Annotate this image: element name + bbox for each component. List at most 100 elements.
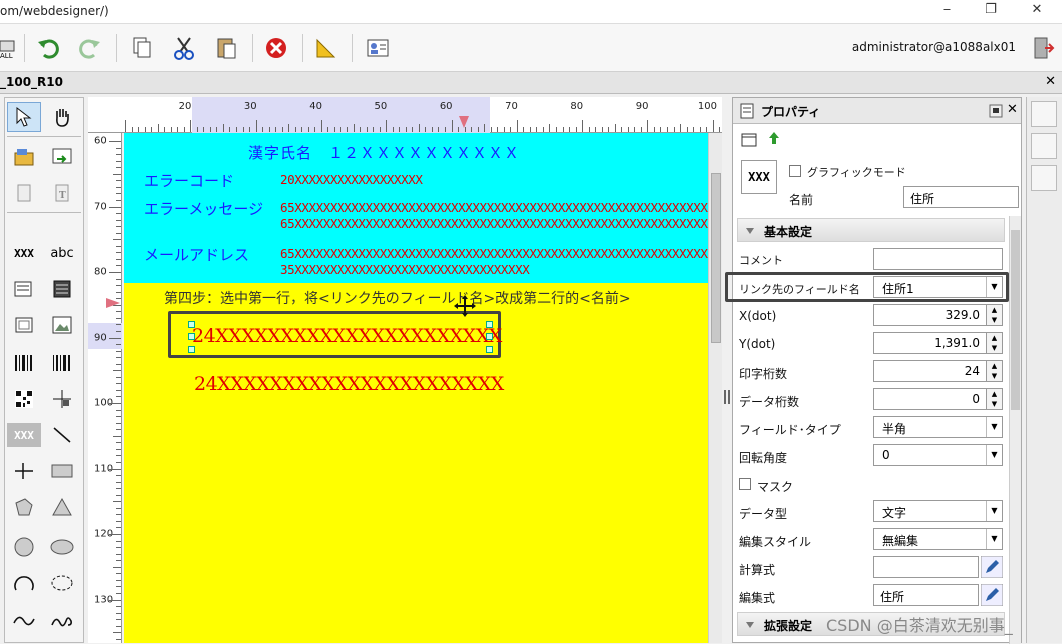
error-code-label[interactable]: エラーコード [144,170,234,191]
edit-pencil-icon[interactable] [981,584,1003,606]
x-input[interactable]: 329.0 [873,304,987,326]
minimize-button[interactable]: ‒ [936,2,958,20]
splitter-grip[interactable] [724,390,730,404]
error-message-line1[interactable]: 65XXXXXXXXXXXXXXXXXXXXXXXXXXXXXXXXXXXXXX… [280,200,708,215]
arc-icon[interactable] [7,568,41,598]
link-field-select[interactable]: 住所1 ▼ [873,276,1003,298]
close-document-button[interactable]: ✕ [1045,74,1056,89]
resize-handle[interactable] [188,333,195,340]
barcode-icon[interactable] [7,348,41,378]
error-message-label[interactable]: エラーメッセージ [144,198,263,219]
import-icon[interactable] [45,142,79,172]
open-icon[interactable] [7,142,41,172]
window-icon[interactable] [741,132,757,148]
ruler-icon[interactable] [312,34,340,62]
formula-input[interactable] [873,556,979,578]
polygon-icon[interactable] [7,492,41,522]
redo-icon[interactable] [76,34,104,62]
cut-icon[interactable] [170,34,198,62]
pin-icon[interactable] [989,104,1003,118]
y-spinner[interactable]: ▲ ▼ [987,332,1003,354]
second-field[interactable]: 24XXXXXXXXXXXXXXXXXXXXXX [194,373,504,395]
edit-style-select[interactable]: 無編集 ▼ [873,528,1003,550]
chevron-down-icon: ▼ [986,277,1002,297]
resize-handle[interactable] [188,321,195,328]
curve-icon[interactable] [7,606,41,636]
pointer-tool-icon[interactable] [7,102,41,132]
properties-dock-icon[interactable] [1031,101,1057,127]
edit-expr-label: 編集式 [739,591,776,605]
edit-expr-input[interactable]: 住所 [873,584,979,606]
text-tool[interactable]: abc [45,238,79,268]
delete-icon[interactable] [262,34,290,62]
error-code-value[interactable]: 20XXXXXXXXXXXXXXXXXX [280,172,423,187]
hand-tool-icon[interactable] [45,102,79,132]
dashed-ellipse-icon[interactable] [45,568,79,598]
collapse-icon[interactable] [745,226,755,236]
x-label: X(dot) [739,309,777,323]
text-page-icon[interactable]: T [45,178,79,208]
ellipse-icon[interactable] [45,532,79,562]
graphic-mode-checkbox[interactable] [789,165,801,177]
close-panel-button[interactable]: ✕ [1007,102,1018,117]
triangle-icon[interactable] [45,492,79,522]
field-type-select[interactable]: 半角 ▼ [873,416,1003,438]
resize-handle[interactable] [188,346,195,353]
print-digits-input[interactable]: 24 [873,360,987,382]
line-icon[interactable] [45,420,79,450]
y-input[interactable]: 1,391.0 [873,332,987,354]
grid-dock-icon[interactable] [1031,133,1057,159]
url-text[interactable]: om/webdesigner/) [0,4,109,18]
position-icon[interactable] [45,384,79,414]
restore-button[interactable]: ❐ [980,2,1002,20]
document-tab[interactable]: _100_R10 ✕ [0,72,1062,94]
mail-label[interactable]: メールアドレス [144,244,249,265]
name-input[interactable]: 住所 [903,186,1019,208]
rotation-select[interactable]: 0 ▼ [873,444,1003,466]
page-icon[interactable] [7,178,41,208]
rectangle-icon[interactable] [45,456,79,486]
comment-input[interactable] [873,248,1003,270]
barcode-text-tool[interactable]: XXX [7,238,41,268]
logout-icon[interactable] [1030,34,1058,62]
settings-dock-icon[interactable] [1031,165,1057,191]
edit-pencil-icon[interactable] [981,556,1003,578]
cross-line-icon[interactable] [7,456,41,486]
properties-icon[interactable] [364,34,392,62]
error-message-line2[interactable]: 65XXXXXXXXXXXXXXXXXXXXXXXXXXXXXXXXXXXXXX… [280,216,708,231]
print-digits-spinner[interactable]: ▲ ▼ [987,360,1003,382]
undo-icon[interactable] [34,34,62,62]
table-icon[interactable] [45,274,79,304]
add-green-icon[interactable] [765,130,783,148]
frame-icon[interactable] [7,310,41,340]
x-spinner[interactable]: ▲ ▼ [987,304,1003,326]
image-icon[interactable] [45,310,79,340]
resize-handle[interactable] [486,346,493,353]
selected-field[interactable]: 24XXXXXXXXXXXXXXXXXXXXXX [192,325,502,347]
data-digits-input[interactable]: 0 [873,388,987,410]
stamp-text-tool[interactable]: XXX [7,423,41,447]
print-all-icon[interactable]: ALL [0,34,22,62]
paste-icon[interactable] [212,34,240,62]
circle-icon[interactable] [7,532,41,562]
qrcode-icon[interactable] [7,384,41,414]
field-list-icon[interactable] [7,274,41,304]
basic-settings-section[interactable]: 基本設定 [737,218,1005,242]
resize-handle[interactable] [486,321,493,328]
close-window-button[interactable]: ✕ [1026,2,1048,20]
barcode2-icon[interactable] [45,348,79,378]
kanji-name-text[interactable]: 漢字氏名 １２ＸＸＸＸＸＸＸＸＸＸ [248,142,520,163]
properties-scrollbar[interactable] [1009,216,1021,644]
freehand-icon[interactable] [45,606,79,636]
collapse-icon[interactable] [745,620,755,630]
copy-icon[interactable] [128,34,156,62]
mail-line2[interactable]: 35XXXXXXXXXXXXXXXXXXXXXXXXXXXXXXXXX [280,262,530,277]
watermark-text: CSDN @白茶清欢无别事_ [826,616,1013,635]
data-digits-spinner[interactable]: ▲ ▼ [987,388,1003,410]
canvas-scrollbar[interactable] [708,133,722,643]
design-canvas[interactable]: 漢字氏名 １２ＸＸＸＸＸＸＸＸＸＸ エラーコード 20XXXXXXXXXXXXX… [124,133,708,643]
data-type-select[interactable]: 文字 ▼ [873,500,1003,522]
mask-checkbox[interactable] [739,478,751,490]
mail-line1[interactable]: 65XXXXXXXXXXXXXXXXXXXXXXXXXXXXXXXXXXXXXX… [280,246,708,261]
resize-handle[interactable] [486,333,493,340]
